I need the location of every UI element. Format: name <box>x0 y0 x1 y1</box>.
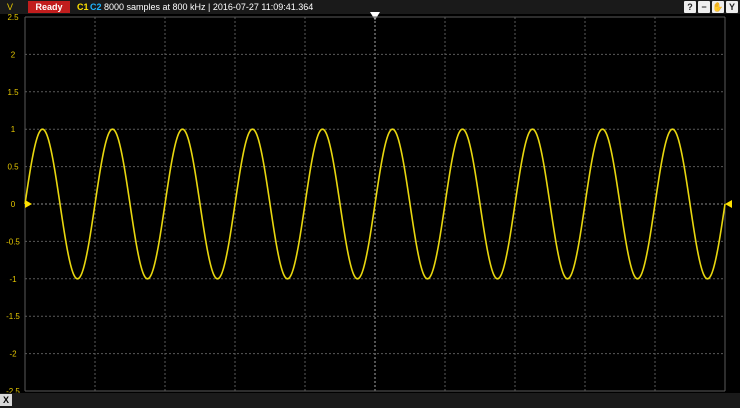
oscilloscope-view: V Ready C1 C2 8000 samples at 800 kHz | … <box>0 0 740 408</box>
y-tick-label: 1 <box>11 125 16 134</box>
channel-1-offset-marker-left[interactable] <box>25 200 32 208</box>
x-axis-button[interactable]: X <box>0 394 12 406</box>
channel-1-trace <box>24 128 726 280</box>
y-tick-label: 1.5 <box>7 88 19 97</box>
channel-1-offset-marker-right[interactable] <box>725 200 732 208</box>
y-tick-label: -0.5 <box>6 237 20 246</box>
y-tick-label: -1 <box>9 275 17 284</box>
y-tick-label: 0 <box>11 200 16 209</box>
y-tick-label: 2.5 <box>7 13 19 22</box>
waveform-plot[interactable]: 2.521.510.50-0.5-1-1.5-2-2.5 -5 ms-4 ms-… <box>0 0 740 408</box>
y-tick-label: -1.5 <box>6 312 20 321</box>
x-axis-bar <box>0 393 740 408</box>
y-tick-label: 2 <box>11 50 16 59</box>
y-tick-label: 0.5 <box>7 163 19 172</box>
y-tick-label: -2 <box>9 350 17 359</box>
